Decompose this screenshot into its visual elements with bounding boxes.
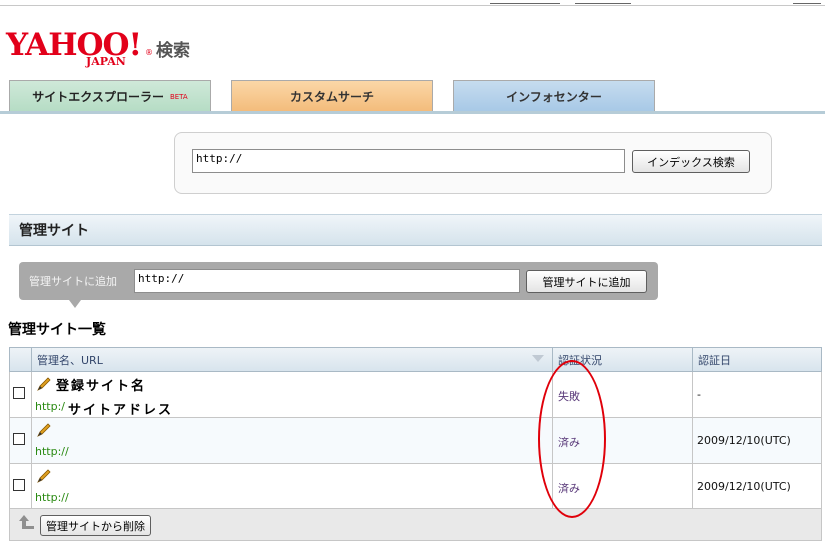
row-checkbox[interactable] [13, 479, 25, 491]
add-site-input[interactable]: http:// [134, 269, 520, 293]
table-row: http:// 済み 2009/12/10(UTC) [9, 464, 822, 509]
logo-registered-mark: ® [145, 48, 153, 57]
logo-search-text: 検索 [156, 41, 190, 61]
status-text: 済み [558, 482, 580, 495]
edit-pencil-icon[interactable] [36, 377, 52, 391]
site-name: 登録サイト名 [56, 379, 147, 394]
index-search-input[interactable]: http:// [192, 149, 625, 173]
row-checkbox[interactable] [13, 387, 25, 399]
table-row: http:// 済み 2009/12/10(UTC) [9, 418, 822, 464]
section-title: 管理サイト [9, 214, 822, 246]
date-cell: - [692, 372, 822, 417]
edit-pencil-icon[interactable] [36, 423, 52, 437]
site-url-link[interactable]: http:// [35, 491, 69, 504]
site-list-title: 管理サイト一覧 [8, 322, 106, 338]
top-link-segment[interactable] [793, 0, 821, 4]
table-row: 登録サイト名 http:/ サイトアドレス 失敗 - [9, 372, 822, 418]
status-cell: 済み [552, 464, 692, 508]
status-text: 失敗 [558, 390, 580, 403]
site-url-link[interactable]: http:// [35, 445, 69, 458]
tab-site-explorer[interactable]: サイトエクスプローラー BETA [9, 80, 211, 112]
table-header: 管理名、URL 認証状況 認証日 [9, 347, 822, 372]
tab-underline [0, 111, 825, 114]
column-header-label: 認証日 [698, 354, 731, 367]
tab-custom-search[interactable]: カスタムサーチ [231, 80, 433, 112]
tab-info-center[interactable]: インフォセンター [453, 80, 655, 112]
date-text: 2009/12/10(UTC) [697, 480, 791, 493]
edit-pencil-icon[interactable] [36, 469, 52, 483]
site-address-label: サイトアドレス [68, 403, 174, 418]
column-header-status[interactable]: 認証状況 [552, 348, 692, 372]
name-url-cell: http:// [31, 418, 552, 463]
column-header-label: 管理名、URL [37, 354, 103, 367]
add-site-button[interactable]: 管理サイトに追加 [526, 270, 647, 293]
index-search-button[interactable]: インデックス検索 [632, 150, 750, 173]
column-header-date[interactable]: 認証日 [692, 348, 822, 372]
add-bar-pointer [69, 300, 81, 308]
delete-site-button[interactable]: 管理サイトから削除 [40, 515, 151, 536]
top-link-segment[interactable] [575, 0, 631, 4]
date-text: 2009/12/10(UTC) [697, 434, 791, 447]
site-url-link[interactable]: http:/ [35, 400, 65, 413]
top-strip [0, 0, 825, 6]
column-header-name-url[interactable]: 管理名、URL [31, 348, 552, 372]
status-cell: 済み [552, 418, 692, 463]
tab-label: サイトエクスプローラー [32, 90, 164, 104]
tab-label: カスタムサーチ [289, 90, 374, 104]
date-cell: 2009/12/10(UTC) [692, 464, 822, 508]
date-cell: 2009/12/10(UTC) [692, 418, 822, 463]
yahoo-japan-logo[interactable]: YAHOO! ® JAPAN 検索 [6, 28, 196, 70]
tab-label: インフォセンター [506, 90, 602, 104]
index-search-panel: http:// インデックス検索 [174, 132, 772, 194]
logo-japan-text: JAPAN [86, 55, 126, 68]
page: YAHOO! ® JAPAN 検索 サイトエクスプローラー BETA カスタムサ… [0, 0, 825, 550]
name-url-cell: http:// [31, 464, 552, 508]
row-checkbox[interactable] [13, 433, 25, 445]
top-link-segment[interactable] [490, 0, 560, 4]
status-cell: 失敗 [552, 372, 692, 417]
date-text: - [697, 388, 701, 401]
add-site-label: 管理サイトに追加 [29, 275, 117, 288]
up-arrow-icon [19, 515, 34, 529]
name-url-cell: 登録サイト名 http:/ サイトアドレス [31, 372, 552, 418]
status-text: 済み [558, 436, 580, 449]
add-site-bar: 管理サイトに追加 http:// 管理サイトに追加 [19, 262, 658, 308]
table-footer: 管理サイトから削除 [9, 509, 822, 541]
beta-badge: BETA [169, 92, 188, 101]
column-header-label: 認証状況 [558, 354, 602, 367]
sort-down-icon[interactable] [532, 355, 544, 362]
